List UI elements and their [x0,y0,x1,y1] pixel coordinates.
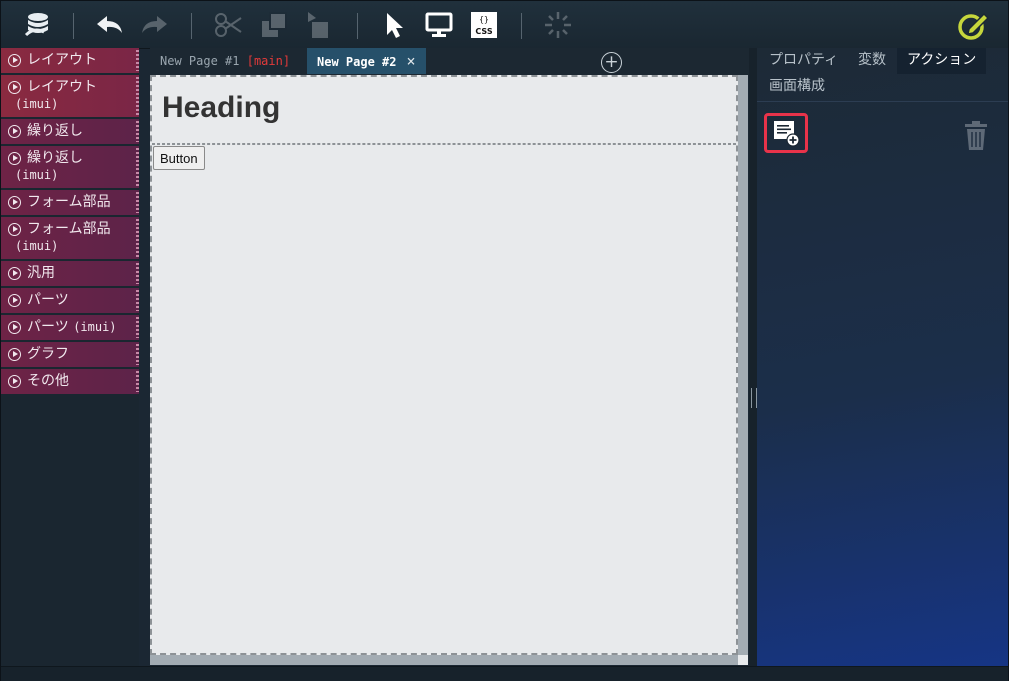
category-repeat-imui[interactable]: 繰り返し (imui) [1,146,139,188]
svg-text:CSS: CSS [475,27,492,36]
panel-splitter[interactable] [749,48,757,668]
add-action-button[interactable] [764,113,808,153]
category-form-parts[interactable]: フォーム部品 [1,190,139,215]
select-icon[interactable] [377,9,411,41]
category-layout[interactable]: レイアウト [1,48,139,73]
tab-properties[interactable]: プロパティ [759,48,848,74]
inspector-panel: プロパティ 変数 アクション 画面構成 [757,48,1008,668]
play-icon [8,321,21,334]
heading-container[interactable]: Heading [152,77,736,144]
preview-icon[interactable] [422,9,456,41]
play-icon [8,152,21,165]
category-form-parts-imui[interactable]: フォーム部品 (imui) [1,217,139,259]
category-repeat[interactable]: 繰り返し [1,119,139,144]
tab-page-1[interactable]: New Page #1 [main] [150,48,300,74]
loading-icon [541,9,575,41]
button-container[interactable]: Button [152,144,736,653]
category-general[interactable]: 汎用 [1,261,139,286]
demo-button[interactable]: Button [153,146,205,170]
page-tabs: New Page #1 [main] New Page #2 × + [150,48,750,75]
tab-actions[interactable]: アクション [897,48,987,74]
main-page-badge: [main] [246,54,291,68]
design-canvas-frame: Heading Button [150,75,748,665]
play-icon [8,267,21,280]
app-logo-icon[interactable] [21,9,55,41]
component-palette: レイアウト レイアウト (imui) 繰り返し 繰り返し (imui) フォーム部品… [1,48,139,668]
add-page-icon[interactable]: + [601,52,622,73]
play-icon [8,54,21,67]
edit-mode-icon[interactable] [956,9,990,41]
cut-icon[interactable] [211,9,245,41]
play-icon [8,348,21,361]
design-canvas[interactable]: Heading Button [150,75,738,655]
svg-text:{}: {} [479,15,489,24]
play-icon [8,375,21,388]
heading-element[interactable]: Heading [162,91,280,125]
play-icon [8,223,21,236]
tab-screen-structure[interactable]: 画面構成 [759,74,835,100]
play-icon [8,196,21,209]
css-icon[interactable]: {} CSS [467,9,501,41]
tab-variables[interactable]: 変数 [848,48,896,74]
status-bar [1,666,1008,681]
category-parts[interactable]: パーツ [1,288,139,313]
main-toolbar: {} CSS [1,1,1008,49]
category-graph[interactable]: グラフ [1,342,139,367]
tab-page-2[interactable]: New Page #2 × [307,48,426,74]
inspector-tabs: プロパティ 変数 アクション 画面構成 [757,48,1008,102]
category-layout-imui[interactable]: レイアウト (imui) [1,75,139,117]
paste-icon[interactable] [301,9,335,41]
trash-icon[interactable] [964,120,988,156]
close-tab-icon[interactable]: × [406,48,415,74]
copy-icon[interactable] [257,9,291,41]
category-parts-imui[interactable]: パーツ (imui) [1,315,139,340]
category-other[interactable]: その他 [1,369,139,394]
undo-icon[interactable] [93,9,127,41]
redo-icon[interactable] [137,9,171,41]
play-icon [8,294,21,307]
play-icon [8,81,21,94]
add-document-icon [774,121,800,147]
play-icon [8,125,21,138]
